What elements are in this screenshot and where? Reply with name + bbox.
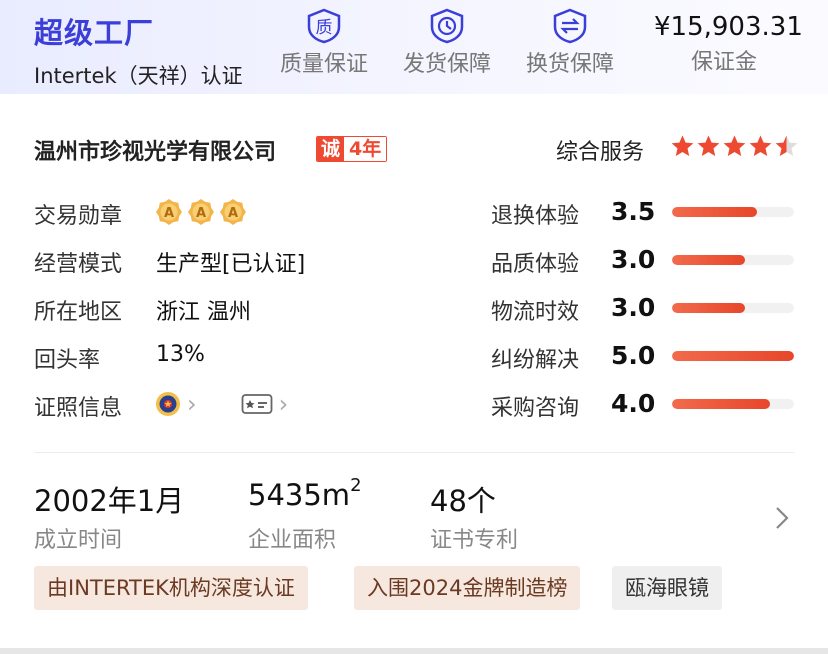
license-info-label: 证照信息 bbox=[34, 396, 123, 421]
exchange-arrows-icon bbox=[553, 8, 587, 44]
guarantee-quality[interactable]: 质 质量保证 bbox=[274, 8, 374, 78]
medal-icon: A bbox=[220, 199, 246, 225]
integrity-years-badge: 诚 4年 bbox=[316, 136, 388, 162]
medal-letter: A bbox=[228, 206, 238, 221]
rating-score: 4.0 bbox=[611, 389, 656, 418]
deposit-label: 保证金 bbox=[690, 50, 757, 75]
guarantee-exchange[interactable]: 换货保障 bbox=[520, 8, 620, 78]
repeat-rate-label: 回头率 bbox=[34, 348, 101, 373]
rating-label: 物流时效 bbox=[491, 300, 580, 325]
region-value: 浙江 温州 bbox=[156, 300, 251, 325]
rating-bar-fill bbox=[672, 303, 746, 313]
bottom-divider bbox=[0, 648, 828, 654]
business-mode-label: 经营模式 bbox=[34, 252, 123, 277]
founded-label: 成立时间 bbox=[34, 528, 123, 553]
star-icon bbox=[749, 135, 772, 156]
rating-label: 退换体验 bbox=[491, 204, 580, 229]
guarantee-label: 发货保障 bbox=[402, 52, 491, 77]
guarantee-label: 换货保障 bbox=[525, 52, 614, 77]
deposit-amount: ¥15,903.31 bbox=[654, 12, 803, 42]
rating-bar-fill bbox=[672, 399, 770, 409]
medal-icon: A bbox=[156, 199, 182, 225]
rating-score: 5.0 bbox=[611, 341, 656, 370]
chevron-right-icon[interactable]: › bbox=[187, 390, 197, 418]
trade-medals-label: 交易勋章 bbox=[34, 204, 123, 229]
rating-bar bbox=[672, 399, 794, 409]
guarantee-label: 质量保证 bbox=[279, 52, 368, 77]
rating-score: 3.5 bbox=[611, 197, 656, 226]
factory-header: 超级工厂 Intertek（天祥）认证 质 质量保证 发货保障 换货保障 ¥15… bbox=[0, 0, 828, 94]
svg-text:质: 质 bbox=[316, 18, 333, 38]
company-name[interactable]: 温州市珍视光学有限公司 bbox=[34, 134, 276, 166]
area-label: 企业面积 bbox=[248, 528, 337, 553]
repeat-rate-value: 13% bbox=[156, 342, 205, 367]
star-icon bbox=[775, 135, 798, 156]
rating-bar bbox=[672, 303, 794, 313]
certification-subtitle: Intertek（天祥）认证 bbox=[34, 64, 243, 88]
guarantee-shipping[interactable]: 发货保障 bbox=[397, 8, 497, 78]
overall-service-label: 综合服务 bbox=[556, 140, 645, 165]
medal-letter: A bbox=[196, 206, 206, 221]
area-number: 5435m bbox=[248, 478, 351, 512]
rating-bar-fill bbox=[672, 351, 794, 361]
rating-bar-fill bbox=[672, 255, 746, 265]
tag-intertek-certified[interactable]: 由INTERTEK机构深度认证 bbox=[34, 566, 308, 610]
rating-bar bbox=[672, 207, 794, 217]
rating-label: 采购咨询 bbox=[491, 396, 580, 421]
rating-score: 3.0 bbox=[611, 293, 656, 322]
business-mode-value: 生产型[已认证] bbox=[156, 252, 306, 277]
integrity-prefix: 诚 bbox=[317, 137, 345, 161]
section-divider bbox=[34, 452, 794, 453]
star-icon bbox=[697, 135, 720, 156]
trade-medals: AAA bbox=[155, 198, 251, 226]
super-factory-title: 超级工厂 bbox=[34, 16, 155, 50]
region-label: 所在地区 bbox=[34, 300, 123, 325]
patents-label: 证书专利 bbox=[430, 528, 519, 553]
rating-label: 品质体验 bbox=[491, 252, 580, 277]
medal-letter: A bbox=[164, 206, 174, 221]
police-emblem-icon[interactable] bbox=[155, 390, 181, 418]
star-icon bbox=[723, 135, 746, 156]
license-icons: › › bbox=[155, 390, 332, 418]
rating-score: 3.0 bbox=[611, 245, 656, 274]
star-icon bbox=[671, 135, 694, 156]
rating-label: 纠纷解决 bbox=[491, 348, 580, 373]
rating-bar-fill bbox=[672, 207, 758, 217]
area-value: 5435m2 bbox=[248, 475, 362, 512]
area-unit-exponent: 2 bbox=[350, 475, 362, 496]
chevron-right-icon[interactable]: › bbox=[279, 390, 289, 418]
quality-shield-icon: 质 bbox=[307, 8, 341, 44]
tag-gold-manufacturer-2024[interactable]: 入围2024金牌制造榜 bbox=[354, 566, 581, 610]
integrity-years: 4年 bbox=[344, 137, 387, 161]
rating-bar bbox=[672, 351, 794, 361]
shipping-clock-icon bbox=[430, 8, 464, 44]
founded-value: 2002年1月 bbox=[34, 484, 185, 518]
tag-ouhai-eyewear[interactable]: 瓯海眼镜 bbox=[612, 566, 722, 610]
medal-icon: A bbox=[188, 199, 214, 225]
security-deposit[interactable]: ¥15,903.31 保证金 bbox=[654, 12, 803, 76]
id-card-icon[interactable] bbox=[241, 392, 273, 416]
service-star-rating bbox=[670, 134, 800, 159]
chevron-right-icon[interactable] bbox=[772, 500, 792, 536]
patents-value: 48个 bbox=[430, 484, 496, 518]
rating-bar bbox=[672, 255, 794, 265]
